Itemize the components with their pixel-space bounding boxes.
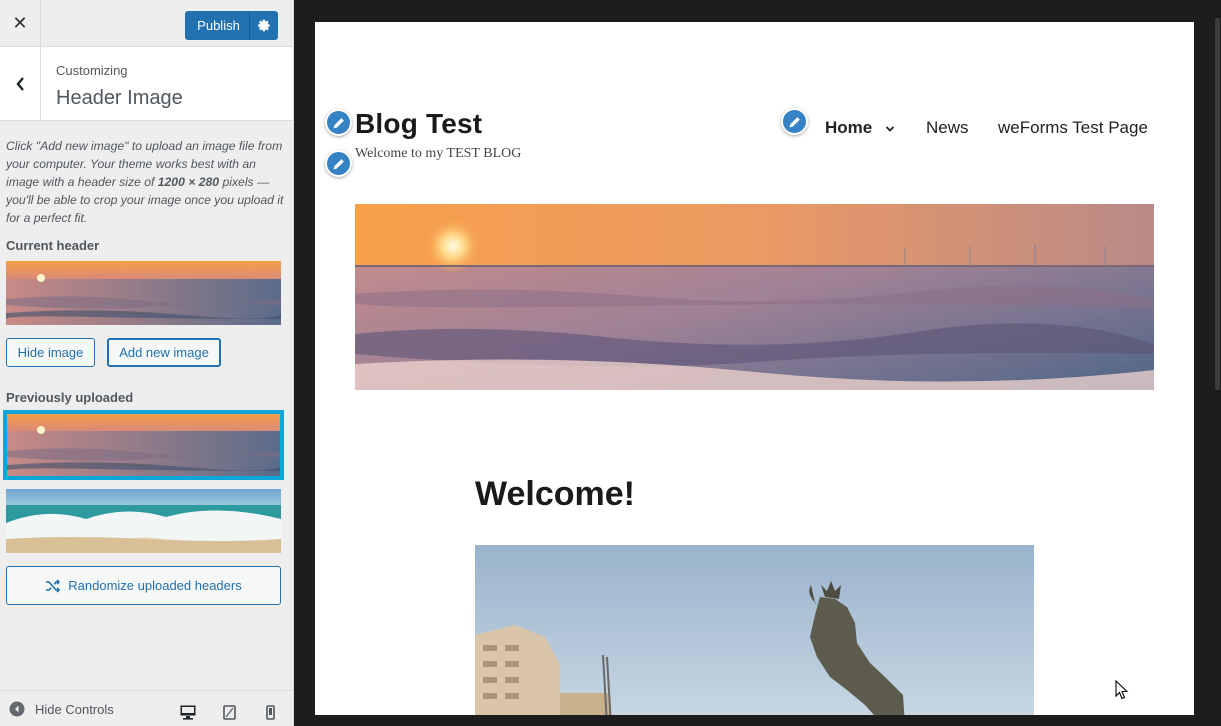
randomize-label: Randomize uploaded headers [68, 578, 242, 593]
close-customizer-button[interactable]: ✕ [0, 0, 41, 47]
section-title: Header Image [56, 87, 183, 109]
preview-scrollbar-thumb[interactable] [1215, 18, 1220, 390]
hide-image-button[interactable]: Hide image [6, 338, 95, 367]
hide-controls-button[interactable]: Hide Controls [9, 691, 114, 726]
nav-item-home[interactable]: Home [825, 118, 895, 138]
edit-tagline-shortcut[interactable] [325, 150, 352, 177]
add-new-image-button[interactable]: Add new image [107, 338, 221, 367]
gear-icon [257, 19, 270, 32]
tablet-icon[interactable] [223, 705, 236, 720]
shuffle-icon [46, 578, 61, 593]
site-title[interactable]: Blog Test [355, 108, 482, 140]
publish-settings-button[interactable] [250, 11, 278, 40]
close-icon: ✕ [12, 13, 28, 34]
edit-menu-shortcut[interactable] [781, 108, 808, 135]
site-tagline: Welcome to my TEST BLOG [355, 146, 522, 161]
pencil-icon [333, 117, 344, 128]
publish-button[interactable]: Publish [185, 11, 250, 40]
header-image [355, 204, 1154, 390]
site-preview: Blog Test Welcome to my TEST BLOG Home N… [315, 22, 1194, 715]
pencil-icon [789, 116, 800, 127]
breadcrumb: Customizing [56, 63, 128, 78]
publish-group: Publish [185, 11, 278, 40]
post-title[interactable]: Welcome! [475, 475, 635, 514]
back-button[interactable] [0, 47, 41, 121]
chevron-down-icon [885, 126, 895, 132]
customizer-topbar: ✕ Publish [0, 0, 293, 47]
uploaded-header-waves[interactable] [6, 489, 281, 553]
uploaded-header-sunset[interactable] [3, 410, 284, 480]
nav-item-news[interactable]: News [926, 118, 969, 138]
post-featured-image [475, 545, 1034, 715]
desktop-icon[interactable] [180, 705, 196, 720]
nav-item-weforms-test-page[interactable]: weForms Test Page [998, 118, 1148, 138]
nav-item-label: Home [825, 118, 873, 137]
mobile-icon[interactable] [266, 705, 275, 720]
chevron-left-icon [16, 77, 24, 91]
previously-uploaded-label: Previously uploaded [6, 390, 134, 405]
section-header: Customizing Header Image [0, 47, 293, 121]
section-description: Click "Add new image" to upload an image… [6, 139, 284, 225]
pencil-icon [333, 158, 344, 169]
customizer-sidebar: ✕ Publish Customizing Header Image Click… [0, 0, 294, 726]
current-header-label: Current header [6, 238, 100, 253]
hide-controls-label: Hide Controls [35, 701, 114, 717]
current-header-thumbnail [6, 261, 281, 325]
collapse-arrow-icon [9, 701, 25, 717]
edit-site-title-shortcut[interactable] [325, 109, 352, 136]
randomize-headers-button[interactable]: Randomize uploaded headers [6, 566, 281, 605]
customizer-footer: Hide Controls [0, 690, 293, 726]
mouse-cursor-icon [1115, 680, 1129, 700]
